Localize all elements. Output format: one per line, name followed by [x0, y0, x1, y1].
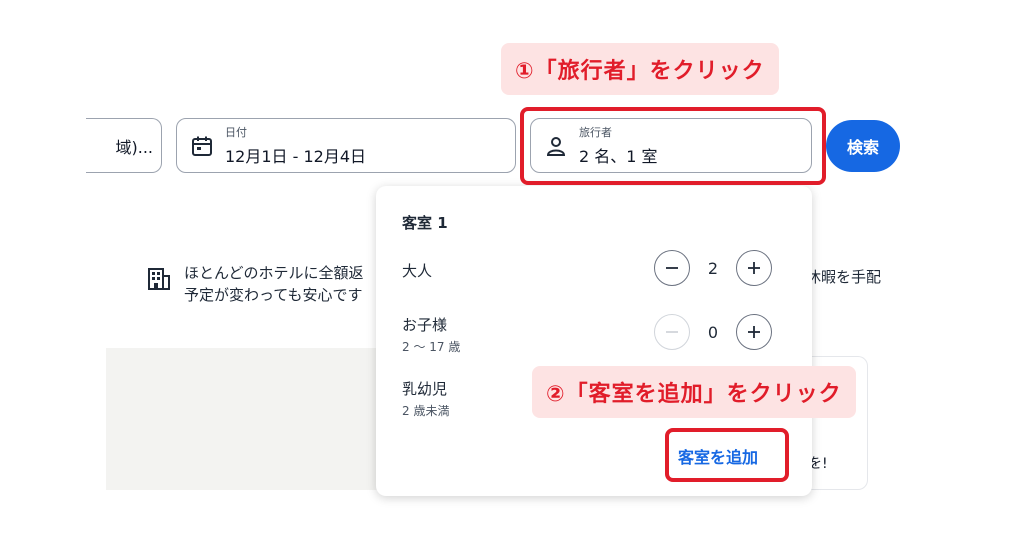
- infants-label: 乳幼児: [402, 380, 448, 398]
- date-field[interactable]: 日付 12月1日 - 12月4日: [176, 118, 516, 173]
- person-icon: [545, 135, 567, 157]
- destination-value: 域)...: [115, 137, 153, 157]
- children-decrease-button[interactable]: [654, 314, 690, 350]
- search-button[interactable]: 検索: [826, 120, 900, 172]
- step2-callout: ②「客室を追加」をクリック: [532, 366, 856, 418]
- children-count: 0: [707, 323, 719, 342]
- adults-label: 大人: [402, 262, 433, 280]
- calendar-icon: [191, 135, 213, 157]
- adults-count: 2: [707, 259, 719, 278]
- add-room-button[interactable]: 客室を追加: [678, 444, 758, 468]
- background-image: [106, 348, 380, 490]
- adults-decrease-button[interactable]: [654, 250, 690, 286]
- info-line-1: ほとんどのホテルに全額返: [184, 264, 364, 282]
- date-value: 12月1日 - 12月4日: [225, 147, 367, 166]
- children-increase-button[interactable]: [736, 314, 772, 350]
- travelers-label: 旅行者: [579, 126, 612, 139]
- children-label: お子様: [402, 316, 448, 334]
- room-title: 客室 1: [402, 214, 448, 232]
- travelers-panel: 客室 1 大人 2 お子様 2 ～ 17 歳 0 乳幼児 2 歳未満 客室を追加: [376, 186, 812, 496]
- infants-age-range: 2 歳未満: [402, 404, 450, 418]
- minus-icon: [666, 331, 678, 333]
- plus-icon: [748, 262, 760, 274]
- vacation-text: 休暇を手配: [806, 268, 882, 286]
- building-icon: [146, 266, 172, 292]
- adults-increase-button[interactable]: [736, 250, 772, 286]
- children-age-range: 2 ～ 17 歳: [402, 340, 461, 354]
- plus-icon: [748, 326, 760, 338]
- step1-callout: ①「旅行者」をクリック: [501, 43, 779, 95]
- date-label: 日付: [225, 126, 247, 139]
- travelers-value: 2 名、1 室: [579, 147, 658, 166]
- info-row: ほとんどのホテルに全額返 予定が変わっても安心です: [146, 262, 364, 306]
- destination-field[interactable]: 域)...: [86, 118, 162, 173]
- travelers-field[interactable]: 旅行者 2 名、1 室: [530, 118, 812, 173]
- info-line-2: 予定が変わっても安心です: [184, 286, 363, 304]
- minus-icon: [666, 267, 678, 269]
